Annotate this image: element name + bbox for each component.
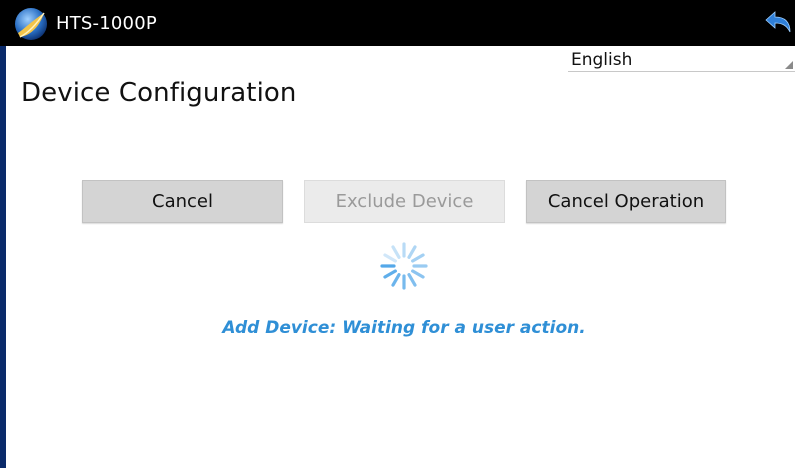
spinner-spoke — [411, 269, 425, 279]
title-bar: HTS-1000P — [0, 0, 795, 46]
language-selected-value: English — [571, 50, 633, 70]
status-message: Add Device: Waiting for a user action. — [222, 318, 586, 338]
spinner-spoke — [391, 245, 401, 259]
spinner-spoke — [383, 253, 397, 263]
cancel-button[interactable]: Cancel — [82, 180, 283, 223]
moon-globe-logo-icon — [15, 8, 47, 40]
spinner-spoke — [407, 273, 417, 287]
spinner-spoke — [407, 245, 417, 259]
back-arrow-icon[interactable] — [763, 8, 793, 38]
spinner-spoke — [383, 269, 397, 279]
page-title: Device Configuration — [21, 78, 297, 108]
left-edge-strip — [0, 46, 6, 468]
spinner-spoke — [411, 253, 425, 263]
spinner-spoke — [391, 273, 401, 287]
cancel-operation-button[interactable]: Cancel Operation — [526, 180, 726, 223]
loading-spinner-icon — [380, 242, 428, 290]
app-title: HTS-1000P — [56, 13, 157, 34]
exclude-device-button[interactable]: Exclude Device — [304, 180, 505, 223]
language-select[interactable]: English — [568, 49, 795, 72]
dropdown-corner-icon — [785, 61, 793, 69]
app-window: HTS-1000P English Device Configuration C… — [0, 0, 795, 468]
